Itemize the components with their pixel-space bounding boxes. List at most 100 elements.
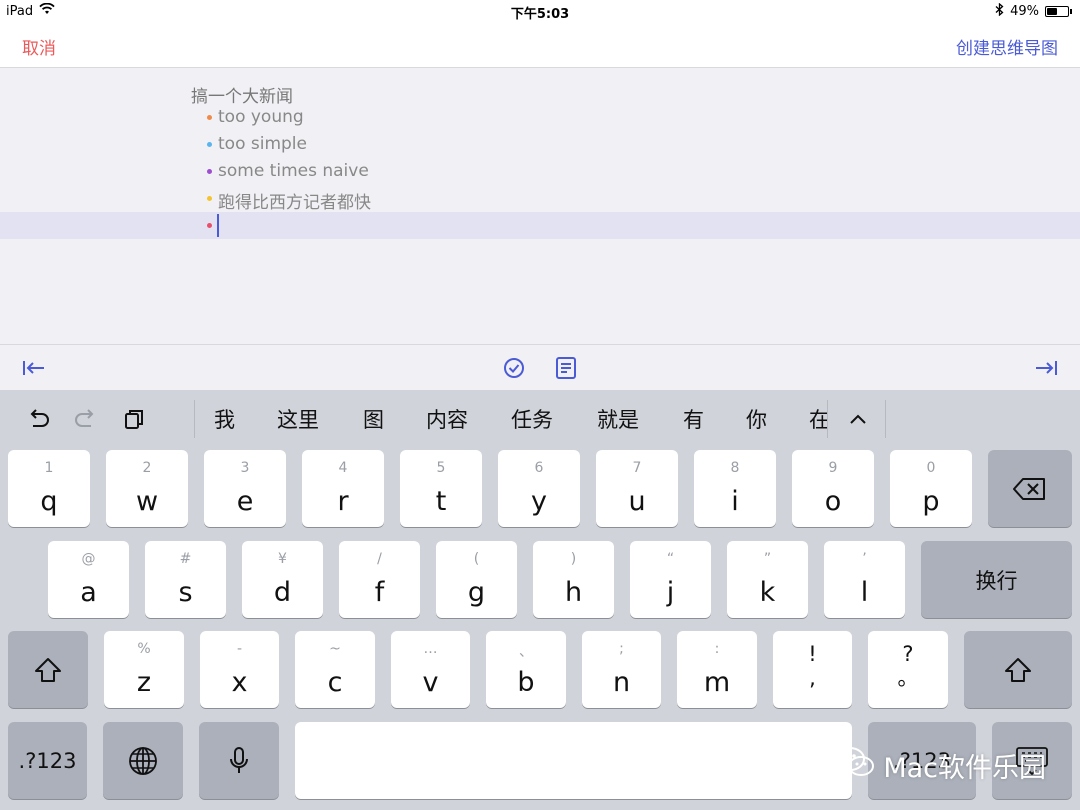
delete-key[interactable] [988, 450, 1072, 527]
outdent-icon[interactable] [21, 355, 47, 381]
key-r[interactable]: 4r [302, 450, 384, 527]
key-x[interactable]: -x [200, 631, 279, 708]
key-hint: 7 [632, 460, 642, 476]
key-h[interactable]: ) h [533, 541, 614, 618]
toolbar-divider [885, 400, 886, 438]
key-s[interactable]: # s [145, 541, 226, 618]
space-bar[interactable] [295, 722, 852, 799]
keyboard-shortcut-bar: 我 这里 图 内容 任务 就是 有 你 在 [0, 390, 1080, 448]
key-g[interactable]: (g [436, 541, 517, 618]
candidate-word[interactable]: 任务 [511, 404, 553, 434]
key-label: h [564, 577, 583, 608]
key-hint: 5 [436, 460, 446, 476]
key-j[interactable]: “j [630, 541, 711, 618]
key-d[interactable]: ¥ d [242, 541, 323, 618]
key-i[interactable]: 8i [694, 450, 776, 527]
candidate-word[interactable]: 在 [809, 404, 827, 434]
key-w[interactable]: 2w [106, 450, 188, 527]
key-hint: : [714, 641, 720, 657]
key-a[interactable]: @ a [48, 541, 129, 618]
key-label: f [374, 577, 385, 608]
cancel-button[interactable]: 取消 [22, 34, 56, 59]
candidate-word[interactable]: 有 [683, 404, 704, 434]
bullet-icon [207, 142, 212, 147]
key-label: q [40, 486, 58, 517]
outline-item-text[interactable]: some times naive [218, 161, 369, 181]
key-hint: 9 [828, 460, 838, 476]
watermark: Mac软件乐园 [833, 744, 1046, 787]
redo-icon[interactable] [71, 404, 101, 434]
battery-icon [1045, 6, 1069, 17]
microphone-icon [199, 722, 279, 799]
shift-key-right[interactable] [964, 631, 1072, 708]
key-c[interactable]: ~ c [295, 631, 375, 708]
shift-icon [964, 631, 1072, 708]
key-p[interactable]: 0p [890, 450, 972, 527]
key-e[interactable]: 3e [204, 450, 286, 527]
key-hint: - [236, 641, 243, 657]
dictation-key[interactable] [199, 722, 279, 799]
outline-item-active[interactable] [0, 212, 1080, 239]
checkbox-icon[interactable] [501, 355, 527, 381]
key-label: k [759, 577, 776, 608]
candidate-word[interactable]: 图 [363, 404, 384, 434]
candidate-word[interactable]: 就是 [597, 404, 639, 434]
delete-icon [988, 450, 1072, 527]
key-label: d [273, 577, 292, 608]
note-icon[interactable] [553, 355, 579, 381]
globe-key[interactable] [103, 722, 183, 799]
key-question-period[interactable]: ? 。 [868, 631, 948, 708]
candidate-word[interactable]: 内容 [426, 404, 468, 434]
key-label: c [327, 667, 343, 698]
outline-editor[interactable]: 搞一个大新闻 too young too simple some times n… [0, 68, 1080, 344]
candidate-word[interactable]: 我 [214, 404, 235, 434]
return-key[interactable]: 换行 [921, 541, 1072, 618]
key-f[interactable]: / f [339, 541, 420, 618]
shift-key-left[interactable] [8, 631, 88, 708]
key-hint: @ [81, 551, 96, 567]
key-hint: # [179, 551, 192, 567]
toolbar-divider [827, 400, 828, 438]
key-label: s [178, 577, 193, 608]
key-u[interactable]: 7u [596, 450, 678, 527]
key-z[interactable]: % z [104, 631, 184, 708]
key-l[interactable]: ’ l [824, 541, 905, 618]
key-hint: 2 [142, 460, 152, 476]
key-y[interactable]: 6y [498, 450, 580, 527]
key-v[interactable]: … v [391, 631, 470, 708]
toolbar-divider [194, 400, 195, 438]
key-hint: 0 [926, 460, 936, 476]
candidate-word[interactable]: 这里 [277, 404, 319, 434]
clipboard-icon[interactable] [120, 404, 150, 434]
key-b[interactable]: 、 b [486, 631, 566, 708]
outline-item-text[interactable]: too young [218, 107, 304, 127]
create-mindmap-button[interactable]: 创建思维导图 [956, 34, 1058, 59]
indent-icon[interactable] [1033, 355, 1059, 381]
collapse-icon[interactable] [843, 404, 873, 434]
key-label: z [136, 667, 152, 698]
key-label: m [703, 667, 731, 698]
outline-item-text[interactable]: too simple [218, 134, 307, 154]
key-label: p [922, 486, 940, 517]
undo-icon[interactable] [23, 404, 53, 434]
key-exclamation-comma[interactable]: ! , [773, 631, 852, 708]
outline-item-text[interactable]: 跑得比西方记者都快 [218, 188, 371, 213]
outline-item[interactable]: 跑得比西方记者都快 [0, 185, 1080, 213]
key-hint: 3 [240, 460, 250, 476]
key-m[interactable]: :m [677, 631, 757, 708]
numbers-key[interactable]: .?123 [8, 722, 87, 799]
key-o[interactable]: 9o [792, 450, 874, 527]
key-k[interactable]: ” k [727, 541, 808, 618]
battery-percent: 49% [1010, 4, 1039, 19]
key-label: t [435, 486, 447, 517]
key-n[interactable]: ; n [582, 631, 661, 708]
key-punct-top: ! [808, 642, 817, 666]
outline-item[interactable]: too simple [0, 131, 1080, 158]
outline-item[interactable]: some times naive [0, 158, 1080, 185]
candidate-word[interactable]: 你 [746, 404, 767, 434]
outline-item[interactable]: too young [0, 104, 1080, 131]
wechat-icon [833, 744, 877, 787]
key-hint: “ [666, 551, 675, 567]
key-q[interactable]: 1q [8, 450, 90, 527]
key-t[interactable]: 5t [400, 450, 482, 527]
